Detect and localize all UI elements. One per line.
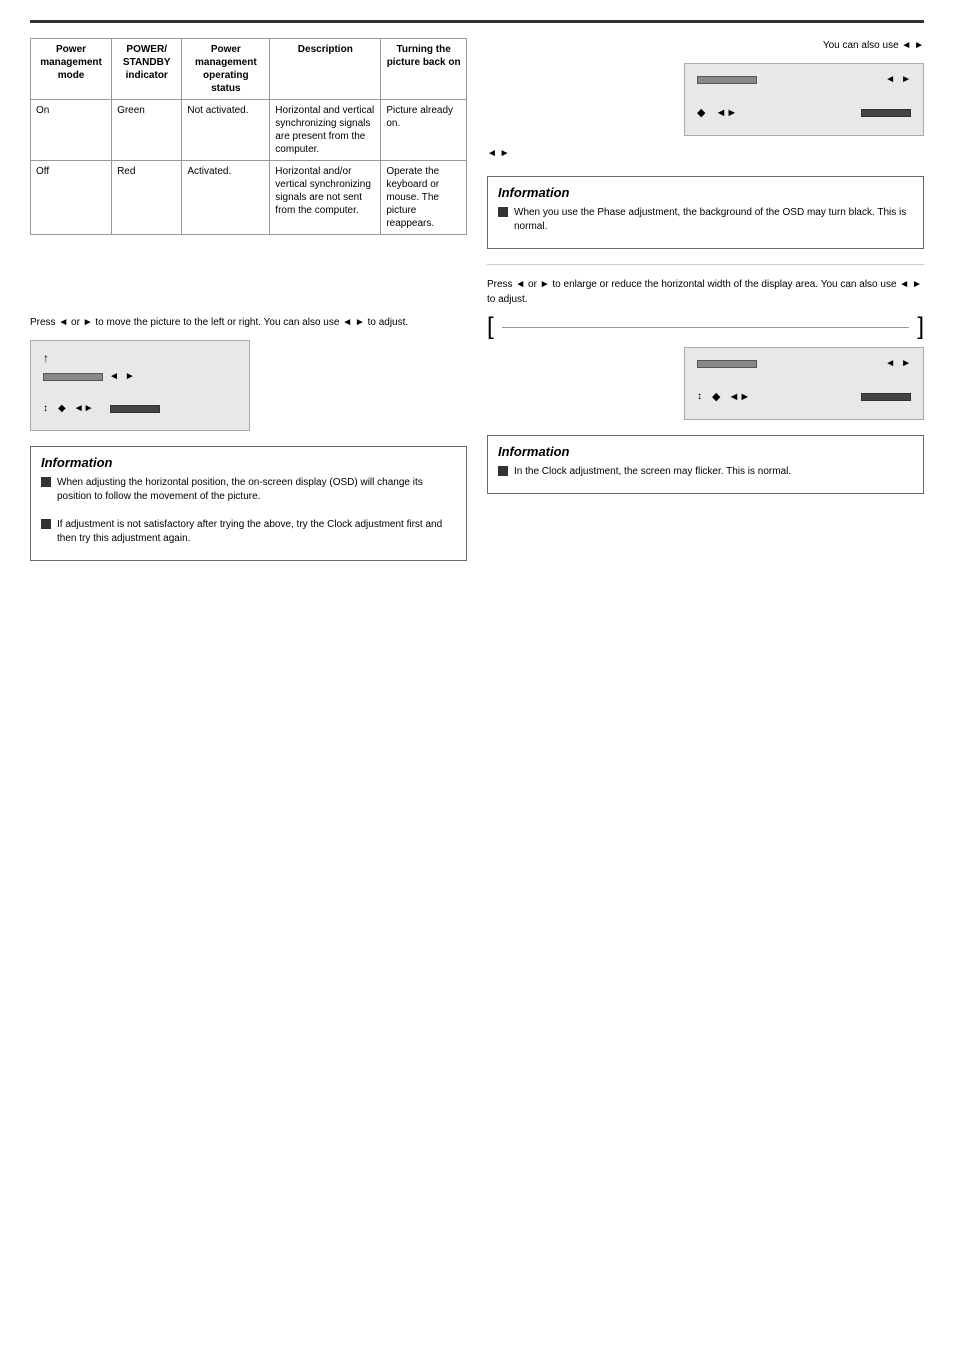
info-text-1-1: When adjusting the horizontal position, …	[57, 476, 456, 504]
osd-right-spacer	[697, 91, 911, 106]
osd-spacer	[43, 388, 237, 403]
right-arrows-text: ◄ ►	[487, 146, 924, 161]
diamond2-icon: ◆	[712, 390, 720, 403]
osd2-arrow-right-icon: ►	[901, 358, 911, 369]
spacer-1	[30, 255, 467, 315]
right-column: You can also use ◄ ► ◄ ► ◆ ◄►	[487, 38, 924, 576]
table-cell-1-col1: Off	[31, 161, 112, 235]
right-section-1: You can also use ◄ ► ◄ ► ◆ ◄►	[487, 38, 924, 161]
table-header-1: Power management mode	[31, 39, 112, 100]
osd-diagram-2: ◄ ► ↕ ◆ ◄►	[684, 347, 924, 420]
page-container: Power management mode POWER/ STANDBY ind…	[0, 0, 954, 1351]
info-square-3	[498, 207, 508, 217]
left-section-1: Press ◄ or ► to move the picture to the …	[30, 315, 467, 431]
info-text-1-2: If adjustment is not satisfactory after …	[57, 518, 456, 546]
table-header-2: POWER/ STANDBY indicator	[112, 39, 182, 100]
table-cell-0-col2: Green	[112, 100, 182, 161]
osd-bar-filled-right	[861, 109, 911, 117]
info-square-1	[41, 477, 51, 487]
info-box-2: Information When you use the Phase adjus…	[487, 176, 924, 249]
info-text-2-1: When you use the Phase adjustment, the b…	[514, 206, 913, 234]
osd2-row-1: ◄ ►	[697, 358, 911, 369]
table-header-3: Power management operating status	[182, 39, 270, 100]
info-item-1-2: If adjustment is not satisfactory after …	[41, 518, 456, 546]
osd-bar-2	[697, 360, 757, 368]
osd-right-arrow-left-icon: ◄	[885, 74, 895, 85]
right-section-text: You can also use ◄ ►	[487, 38, 924, 53]
info-title-2: Information	[498, 185, 913, 200]
info-item-2-1: When you use the Phase adjustment, the b…	[498, 206, 913, 234]
info-item-1-1: When adjusting the horizontal position, …	[41, 476, 456, 504]
table-header-4: Description	[270, 39, 381, 100]
updown2-icon: ↕	[697, 391, 702, 402]
osd2-arrow-left-icon: ◄	[885, 358, 895, 369]
table-cell-1-col2: Red	[112, 161, 182, 235]
osd-right-row-2: ◆ ◄►	[697, 106, 911, 119]
bracket-right-icon: ]	[917, 315, 924, 339]
bracket-row: [ ]	[487, 315, 924, 339]
arrow-right-icon: ►	[83, 317, 93, 328]
info-title-3: Information	[498, 444, 913, 459]
osd-bar-filled-1	[110, 405, 160, 413]
osd-bar-right-1	[697, 76, 757, 84]
arrows-inline-icon: ◄ ►	[342, 317, 365, 328]
table-cell-0-col3: Not activated.	[182, 100, 270, 161]
up-arrow-icon: ↑	[43, 351, 49, 365]
table-cell-1-col3: Activated.	[182, 161, 270, 235]
right-section-2: Press ◄ or ► to enlarge or reduce the ho…	[487, 277, 924, 420]
table-cell-0-col5: Picture already on.	[381, 100, 467, 161]
osd-bar-1	[43, 373, 103, 381]
osd2-spacer	[697, 375, 911, 390]
info-title-1: Information	[41, 455, 456, 470]
info-box-3: Information In the Clock adjustment, the…	[487, 435, 924, 494]
bracket-left-icon: [	[487, 315, 494, 339]
power-table: Power management mode POWER/ STANDBY ind…	[30, 38, 467, 235]
diamond-icon: ◆	[58, 403, 66, 414]
arrow-left-icon: ◄	[58, 317, 68, 328]
osd2-row-2: ↕ ◆ ◄►	[697, 390, 911, 403]
right-section2-text: Press ◄ or ► to enlarge or reduce the ho…	[487, 277, 924, 307]
osd-right-row-1: ◄ ►	[697, 74, 911, 85]
info-box-1: Information When adjusting the horizonta…	[30, 446, 467, 561]
osd-diagram-right-1: ◄ ► ◆ ◄►	[684, 63, 924, 136]
osd-row-2: ◄ ►	[43, 371, 237, 382]
main-layout: Power management mode POWER/ STANDBY ind…	[30, 38, 924, 576]
section-separator	[487, 264, 924, 265]
arrows-phase-icon: ◄ ►	[487, 148, 510, 159]
arrow-right2-icon: ►	[540, 279, 550, 290]
top-border	[30, 20, 924, 23]
both-arrows-right-icon: ◄►	[715, 107, 737, 119]
osd-bar-filled-2	[861, 393, 911, 401]
arrow-left2-icon: ◄	[515, 279, 525, 290]
updown-arrow-icon: ↕	[43, 403, 48, 414]
info-square-4	[498, 466, 508, 476]
osd-row-3: ↕ ◆ ◄►	[43, 403, 237, 414]
table-cell-1-col5: Operate the keyboard or mouse. The pictu…	[381, 161, 467, 235]
diamond-right-icon: ◆	[697, 106, 705, 119]
osd-diagram-1: ↑ ◄ ► ↕ ◆ ◄►	[30, 340, 250, 431]
table-cell-1-col4: Horizontal and/or vertical synchronizing…	[270, 161, 381, 235]
both-arrows-icon: ◄►	[74, 403, 94, 414]
osd-arrow-right-icon: ►	[125, 371, 135, 382]
arrows-right-icon: ◄ ►	[901, 40, 924, 51]
table-cell-0-col1: On	[31, 100, 112, 161]
both-arrows2-icon: ◄►	[728, 391, 750, 403]
osd-row-1: ↑	[43, 351, 237, 365]
osd-right-arrow-right-icon: ►	[901, 74, 911, 85]
osd-arrow-left-icon: ◄	[109, 371, 119, 382]
info-square-2	[41, 519, 51, 529]
table-cell-0-col4: Horizontal and vertical synchronizing si…	[270, 100, 381, 161]
info-item-3-1: In the Clock adjustment, the screen may …	[498, 465, 913, 479]
section1-text: Press ◄ or ► to move the picture to the …	[30, 315, 467, 330]
info-text-3-1: In the Clock adjustment, the screen may …	[514, 465, 913, 479]
arrows-clock-icon: ◄ ►	[899, 279, 922, 290]
left-column: Power management mode POWER/ STANDBY ind…	[30, 38, 467, 576]
table-header-5: Turning the picture back on	[381, 39, 467, 100]
